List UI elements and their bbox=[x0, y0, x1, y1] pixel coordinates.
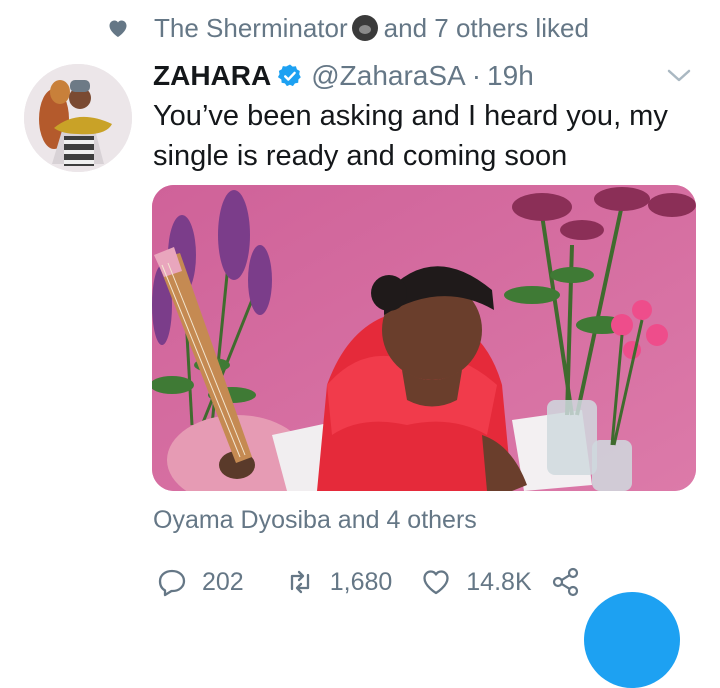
liked-suffix: and 7 others liked bbox=[383, 12, 589, 43]
retweet-icon bbox=[290, 570, 309, 594]
tweet-actions: 202 1,680 14.8K bbox=[156, 562, 596, 602]
social-context[interactable]: The Sherminator and 7 others liked bbox=[106, 10, 589, 46]
tweet-text-line: You’ve been asking and I heard you, my bbox=[153, 100, 668, 132]
chevron-down-icon[interactable] bbox=[664, 64, 694, 88]
liker-name[interactable]: The Sherminator bbox=[154, 13, 348, 44]
reply-button[interactable]: 202 bbox=[156, 566, 244, 598]
author-name[interactable]: ZAHARA bbox=[153, 60, 271, 92]
heart-icon bbox=[109, 20, 127, 37]
media-photo bbox=[152, 185, 696, 491]
retweet-button[interactable]: 1,680 bbox=[284, 566, 393, 598]
reply-icon bbox=[158, 569, 186, 597]
like-button[interactable]: 14.8K bbox=[420, 566, 532, 598]
avatar[interactable] bbox=[24, 64, 132, 172]
verified-badge-icon bbox=[278, 64, 302, 87]
share-icon bbox=[552, 567, 578, 597]
compose-fab-button[interactable] bbox=[584, 592, 680, 688]
tweet-text: You’ve been asking and I heard you, my s… bbox=[153, 96, 693, 176]
heart-icon bbox=[423, 570, 449, 595]
like-count: 14.8K bbox=[466, 567, 532, 596]
tweet-text-line: single is ready and coming soon bbox=[153, 140, 568, 172]
tweet-media[interactable] bbox=[152, 185, 696, 491]
liked-by-summary[interactable]: Oyama Dyosiba and 4 others bbox=[153, 506, 477, 535]
reply-count: 202 bbox=[202, 567, 244, 596]
avatar-photo bbox=[24, 64, 132, 172]
tweet-header: ZAHARA @ZaharaSA · 19h bbox=[153, 58, 534, 94]
share-button[interactable] bbox=[550, 566, 596, 598]
author-handle[interactable]: @ZaharaSA bbox=[311, 60, 466, 92]
gorilla-emoji-icon bbox=[351, 15, 378, 41]
retweet-count: 1,680 bbox=[329, 567, 393, 596]
tweet-timestamp[interactable]: 19h bbox=[487, 60, 534, 92]
separator-dot: · bbox=[471, 60, 482, 91]
